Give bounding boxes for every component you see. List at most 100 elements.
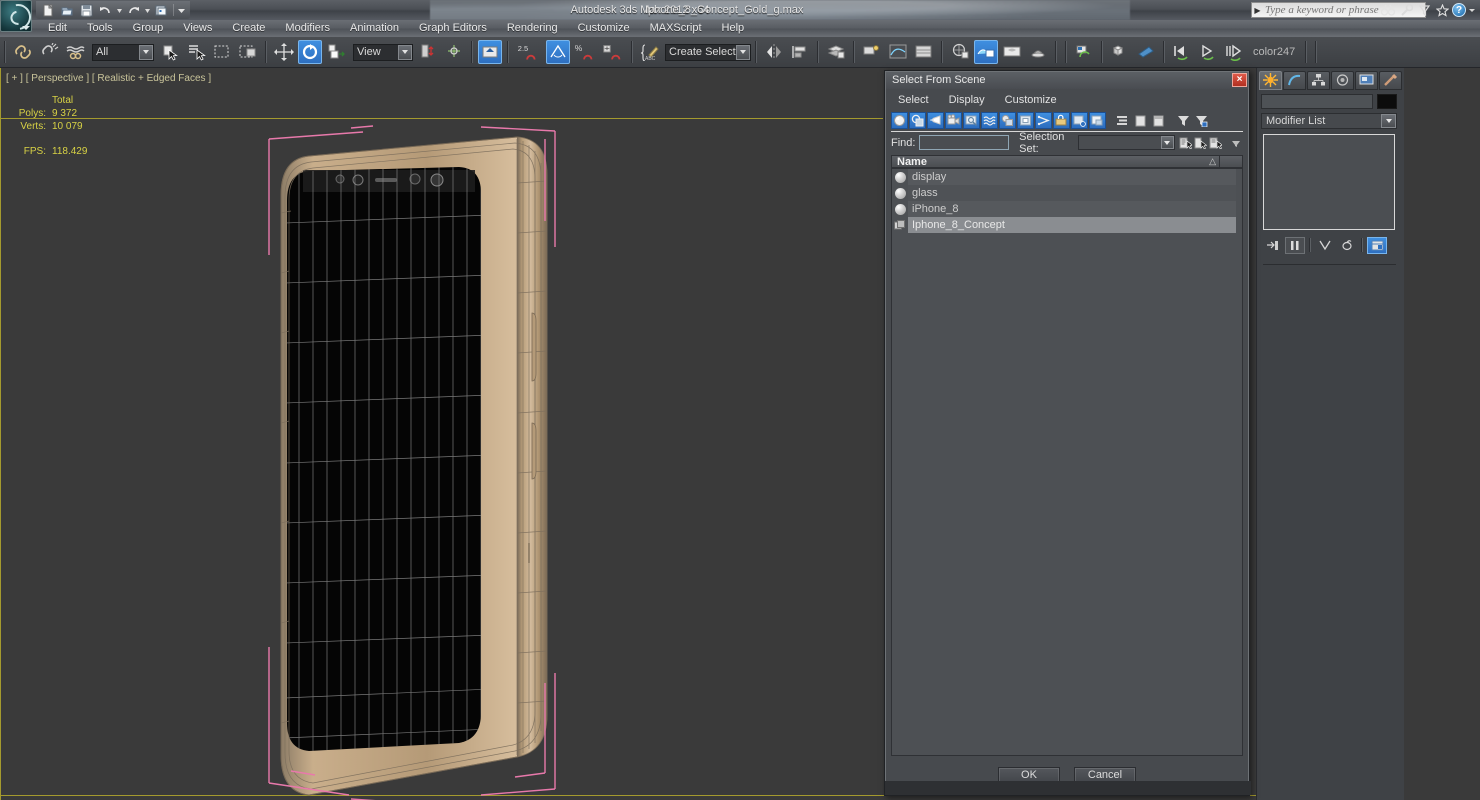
redo-dropdown-icon[interactable] (144, 2, 151, 18)
utilities-tab[interactable] (1379, 70, 1402, 90)
display-helpers-icon[interactable] (963, 112, 980, 129)
name-column-header[interactable]: Name (892, 156, 1209, 168)
add-selection-set-button[interactable] (1193, 134, 1208, 151)
display-bone-objects-icon[interactable] (1035, 112, 1052, 129)
spinner-snap-toggle-icon[interactable] (600, 40, 626, 64)
find-input[interactable] (919, 135, 1010, 150)
qat-dropdown-icon[interactable] (177, 2, 186, 18)
window-crossing-toggle-icon[interactable] (236, 40, 260, 64)
list-item-label[interactable]: glass (908, 185, 1236, 201)
expand-selected-icon[interactable] (1150, 112, 1167, 129)
motion-tab[interactable] (1331, 70, 1354, 90)
schematic-view-icon[interactable] (860, 40, 884, 64)
select-from-scene-dialog[interactable]: Select From Scene × Select Display Custo… (884, 70, 1251, 796)
named-selection-sets-dropdown-icon[interactable] (736, 44, 750, 60)
reference-coordinate-system-combo[interactable]: View (353, 43, 413, 61)
list-item-label[interactable]: Iphone_8_Concept (908, 217, 1236, 233)
menu-item-views[interactable]: Views (173, 20, 222, 37)
pin-stack-button[interactable] (1263, 237, 1283, 254)
menu-item-animation[interactable]: Animation (340, 20, 409, 37)
collapse-all-icon[interactable] (1132, 112, 1149, 129)
selset-overflow-button[interactable] (1228, 134, 1243, 151)
display-geometry-icon[interactable] (891, 112, 908, 129)
remove-selection-set-button[interactable] (1208, 134, 1223, 151)
menu-item-graph-editors[interactable]: Graph Editors (409, 20, 497, 37)
wrench-icon[interactable] (1398, 2, 1414, 18)
material-editor-selector-icon[interactable] (912, 40, 936, 64)
render-production-icon[interactable] (1026, 40, 1050, 64)
dialog-menu-display[interactable]: Display (939, 92, 995, 109)
filter-icon[interactable] (1175, 112, 1192, 129)
menu-item-help[interactable]: Help (712, 20, 755, 37)
list-item-label[interactable]: iPhone_8 (908, 201, 1236, 217)
list-item[interactable]: glass (892, 185, 1236, 201)
dialog-menu-select[interactable]: Select (888, 92, 939, 109)
select-and-move-icon[interactable] (272, 40, 296, 64)
project-folder-icon[interactable] (153, 2, 170, 18)
curve-editor-icon[interactable] (886, 40, 910, 64)
modifier-list-combo[interactable]: Modifier List (1261, 113, 1397, 129)
display-space-warps-icon[interactable] (981, 112, 998, 129)
undo-icon[interactable] (97, 2, 114, 18)
unlink-selection-icon[interactable] (37, 40, 61, 64)
menu-item-tools[interactable]: Tools (77, 20, 123, 37)
menu-item-group[interactable]: Group (123, 20, 174, 37)
phone-model-render[interactable] (255, 123, 585, 800)
star-icon[interactable] (1434, 2, 1450, 18)
create-tab[interactable] (1259, 70, 1282, 90)
align-icon[interactable] (788, 40, 812, 64)
named-selection-sets-combo[interactable]: Create Selection Se (665, 43, 751, 61)
menu-item-create[interactable]: Create (222, 20, 275, 37)
close-icon[interactable]: × (1232, 73, 1247, 87)
material-editor-icon[interactable] (948, 40, 972, 64)
save-file-icon[interactable] (78, 2, 95, 18)
hierarchy-tab[interactable] (1307, 70, 1330, 90)
find-input-field[interactable] (920, 136, 1009, 149)
render-play-icon[interactable] (1196, 40, 1220, 64)
selection-filter-dropdown-icon[interactable] (139, 44, 153, 60)
menu-item-maxscript[interactable]: MAXScript (640, 20, 712, 37)
selection-set-combo[interactable] (1078, 135, 1175, 150)
select-by-name-icon[interactable] (184, 40, 208, 64)
menu-item-rendering[interactable]: Rendering (497, 20, 568, 37)
reference-coordinate-system-dropdown-icon[interactable] (398, 44, 412, 60)
object-name-field[interactable] (1261, 94, 1373, 109)
help-icon[interactable]: ? (1452, 3, 1466, 17)
select-object-icon[interactable] (158, 40, 182, 64)
angle-snap-toggle-icon[interactable]: 2.5 (514, 40, 544, 64)
display-children-icon[interactable] (1071, 112, 1088, 129)
filter-settings-icon[interactable] (1193, 112, 1210, 129)
modify-tab[interactable] (1283, 70, 1306, 90)
render-setup-icon[interactable] (974, 40, 998, 64)
funnel-icon[interactable] (1416, 2, 1432, 18)
list-column-header[interactable]: Name △ (891, 155, 1243, 168)
rendered-frame-window-icon[interactable] (1000, 40, 1024, 64)
expand-all-icon[interactable] (1114, 112, 1131, 129)
open-file-icon[interactable] (59, 2, 76, 18)
modifier-list-dropdown-icon[interactable] (1381, 114, 1396, 128)
render-to-texture-icon[interactable] (1134, 40, 1158, 64)
selection-set-dropdown-icon[interactable] (1160, 136, 1174, 149)
select-and-scale-icon[interactable] (324, 40, 348, 64)
show-end-result-button[interactable] (1285, 236, 1305, 254)
menu-item-customize[interactable]: Customize (568, 20, 640, 37)
scene-object-list[interactable]: display glass iPhone_8 Iphone_8_Concept (891, 168, 1243, 756)
quick-render-icon[interactable] (1108, 40, 1132, 64)
render-next-icon[interactable] (1222, 40, 1246, 64)
object-color-swatch[interactable] (1377, 94, 1397, 109)
application-menu-button[interactable] (0, 0, 37, 36)
select-and-link-icon[interactable] (11, 40, 35, 64)
selection-filter-combo[interactable]: All (92, 43, 154, 61)
display-influences-icon[interactable] (1089, 112, 1106, 129)
display-shapes-icon[interactable] (909, 112, 926, 129)
quick-access-toolbar[interactable] (36, 1, 190, 19)
display-xrefs-icon[interactable] (1017, 112, 1034, 129)
select-and-manipulate-icon[interactable] (442, 40, 466, 64)
list-item[interactable]: display (892, 169, 1236, 185)
menu-item-modifiers[interactable]: Modifiers (275, 20, 340, 37)
list-item-label[interactable]: display (908, 169, 1236, 185)
percent-snap-toggle-icon[interactable]: % (572, 40, 598, 64)
undo-dropdown-icon[interactable] (116, 2, 123, 18)
display-groups-icon[interactable] (999, 112, 1016, 129)
mirror-icon[interactable] (762, 40, 786, 64)
